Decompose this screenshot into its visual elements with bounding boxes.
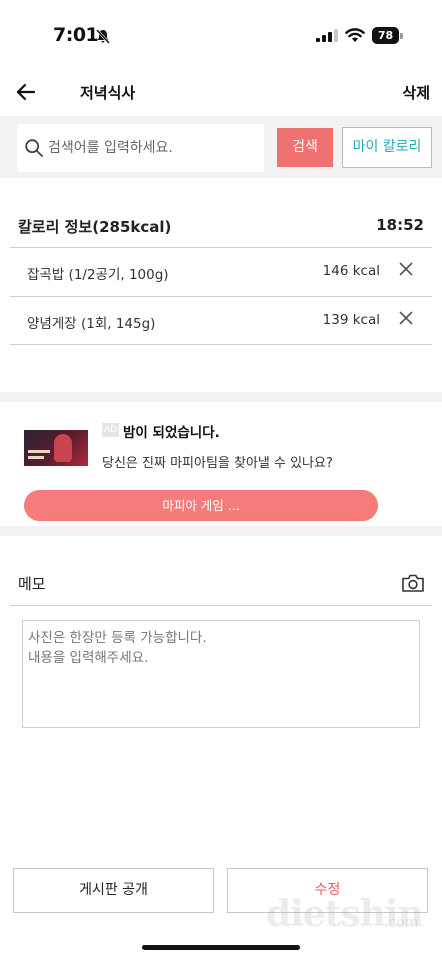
signal-icon bbox=[316, 29, 338, 42]
my-calorie-button[interactable]: 마이 칼로리 bbox=[342, 127, 432, 168]
close-icon[interactable] bbox=[398, 310, 414, 326]
wifi-icon bbox=[345, 28, 365, 42]
home-indicator[interactable] bbox=[142, 945, 300, 950]
app-header: 저녁식사 삭제 bbox=[0, 70, 442, 115]
battery-tip bbox=[400, 33, 403, 39]
calorie-header: 칼로리 정보(285kcal) 18:52 bbox=[0, 206, 442, 248]
ad-banner[interactable]: AD 밤이 되었습니다. 당신은 진짜 마피아팀을 찾아낼 수 있나요? 마피아… bbox=[0, 402, 442, 524]
ad-title[interactable]: 밤이 되었습니다. bbox=[123, 421, 220, 441]
ad-thumbnail-caption bbox=[28, 450, 50, 453]
board-public-button[interactable]: 게시판 공개 bbox=[13, 868, 214, 913]
section-separator bbox=[0, 526, 442, 536]
page-title: 저녁식사 bbox=[80, 84, 136, 102]
ad-description: 당신은 진짜 마피아팀을 찾아낼 수 있나요? bbox=[102, 456, 333, 471]
battery-icon: 78 bbox=[372, 27, 403, 44]
food-item[interactable]: 양념게장 (1회, 145g) 139 kcal bbox=[10, 297, 432, 345]
ad-thumbnail-caption bbox=[28, 456, 44, 459]
status-bar: 7:01 78 bbox=[0, 0, 442, 70]
memo-textarea[interactable] bbox=[28, 628, 414, 724]
ad-cta-button[interactable]: 마피아 게임 ... bbox=[24, 490, 378, 521]
memo-field[interactable] bbox=[22, 620, 420, 728]
divider bbox=[10, 605, 432, 606]
close-icon[interactable] bbox=[398, 261, 414, 277]
food-name: 양념게장 (1회, 145g) bbox=[27, 316, 156, 332]
camera-icon[interactable] bbox=[401, 572, 425, 594]
meal-time: 18:52 bbox=[376, 216, 424, 234]
search-button[interactable]: 검색 bbox=[277, 128, 333, 167]
delete-button[interactable]: 삭제 bbox=[402, 82, 430, 103]
watermark-suffix: .com bbox=[384, 915, 419, 931]
search-box bbox=[17, 124, 264, 172]
search-input[interactable] bbox=[48, 124, 258, 172]
food-item[interactable]: 잡곡밥 (1/2공기, 100g) 146 kcal bbox=[10, 248, 432, 296]
calorie-title: 칼로리 정보(285kcal) bbox=[18, 218, 172, 236]
bell-off-icon bbox=[96, 29, 110, 44]
divider bbox=[10, 344, 432, 345]
memo-label: 메모 bbox=[18, 575, 46, 593]
section-separator bbox=[0, 392, 442, 402]
food-name: 잡곡밥 (1/2공기, 100g) bbox=[27, 267, 169, 283]
ad-thumbnail[interactable] bbox=[24, 430, 88, 466]
back-arrow-icon[interactable] bbox=[14, 80, 38, 104]
search-bar: 검색 마이 칼로리 bbox=[0, 116, 442, 178]
search-icon bbox=[25, 139, 43, 157]
ad-thumbnail-figure bbox=[54, 434, 72, 462]
food-kcal: 146 kcal bbox=[322, 263, 380, 279]
battery-level: 78 bbox=[377, 29, 394, 42]
status-time: 7:01 bbox=[53, 24, 99, 46]
ad-badge: AD bbox=[102, 423, 119, 437]
food-kcal: 139 kcal bbox=[322, 312, 380, 328]
